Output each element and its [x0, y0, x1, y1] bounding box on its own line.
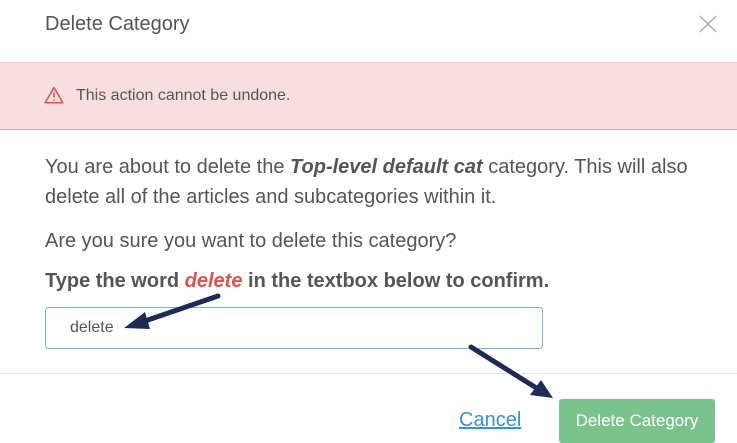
close-icon[interactable]: [696, 12, 720, 36]
description-start: You are about to delete the: [45, 156, 291, 178]
instruction-start: Type the word: [45, 270, 185, 292]
category-name: Top-level default cat: [290, 156, 483, 178]
cancel-link[interactable]: Cancel: [459, 409, 521, 432]
delete-description: You are about to delete the Top-level de…: [45, 152, 725, 212]
alert-text: This action cannot be undone.: [76, 87, 291, 104]
confirm-word: delete: [184, 270, 243, 292]
modal-title: Delete Category: [45, 13, 190, 35]
delete-category-button[interactable]: Delete Category: [559, 399, 715, 443]
footer-divider: [0, 373, 737, 374]
warning-alert: This action cannot be undone.: [0, 62, 737, 130]
confirm-instruction: Type the word delete in the textbox belo…: [45, 270, 549, 293]
instruction-end: in the textbox below to confirm.: [242, 270, 550, 292]
confirm-question: Are you sure you want to delete this cat…: [45, 230, 457, 252]
delete-category-modal: Delete Category This action cannot be un…: [0, 0, 737, 443]
confirm-input[interactable]: [45, 307, 543, 349]
modal-header: Delete Category: [0, 0, 737, 62]
warning-icon: [44, 86, 64, 104]
